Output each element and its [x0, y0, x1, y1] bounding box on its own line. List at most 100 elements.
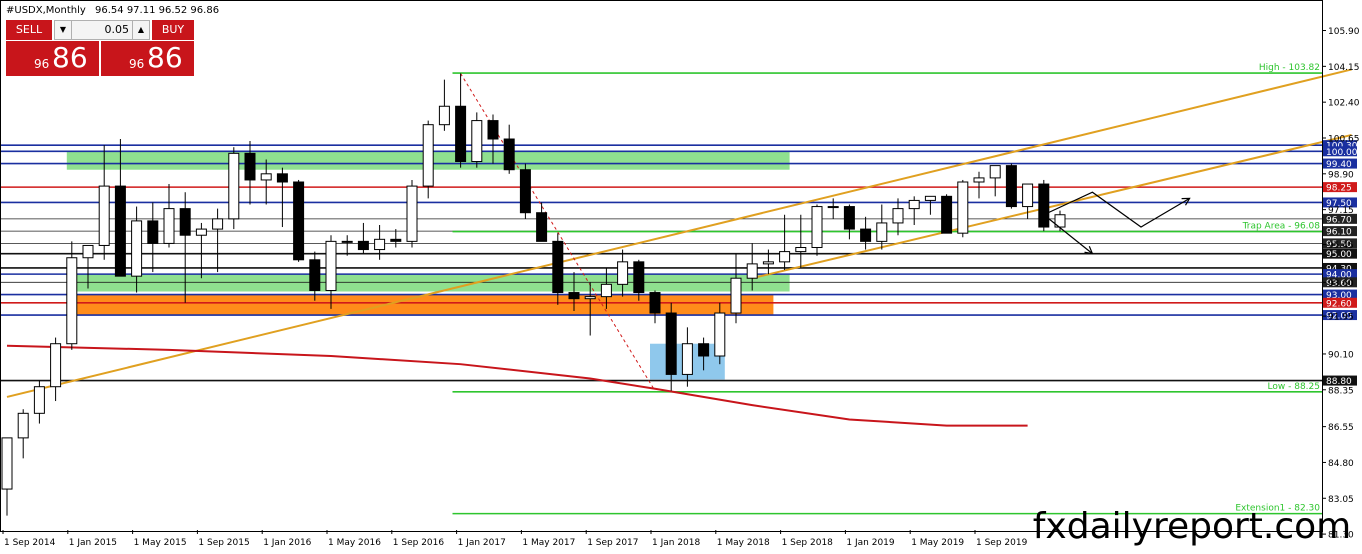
buy-price-small: 96 [129, 57, 145, 71]
level-tag-label: 96.10 [1326, 228, 1352, 238]
candle-29 [471, 112, 483, 168]
candle-body [908, 199, 920, 210]
candle-58 [941, 194, 953, 234]
y-tick-label-7: 93.60 [1328, 279, 1354, 289]
candle-body [212, 218, 224, 230]
candle-body [503, 138, 515, 171]
candle-body [665, 312, 677, 375]
candle-body [309, 259, 321, 291]
x-tick-label-7: 1 Jan 2017 [458, 538, 506, 548]
candle-body [600, 283, 612, 298]
fib-label-1: Trap Area - 96.08 [1242, 222, 1321, 232]
candle-body [730, 277, 742, 314]
x-tick-label-4: 1 Jan 2016 [263, 538, 311, 548]
sell-button[interactable]: SELL [6, 20, 52, 40]
x-tick-label-9: 1 Sep 2017 [587, 538, 638, 548]
candle-body [617, 261, 629, 285]
buy-price-button[interactable]: 96 86 [101, 41, 194, 76]
candle-body [1038, 183, 1050, 228]
level-tag-1: 100.00 [1323, 146, 1358, 158]
candle-body [957, 181, 969, 234]
candle-body [163, 208, 175, 244]
candle-body [1, 437, 13, 490]
candle-body [341, 240, 353, 243]
y-tick-label-5: 97.15 [1328, 206, 1354, 216]
candle-body [390, 238, 402, 242]
candle-18 [293, 179, 305, 262]
candle-body [195, 228, 207, 236]
candle-body [989, 165, 1001, 179]
level-tag-label: 98.25 [1326, 184, 1352, 194]
y-tick-label-10: 88.35 [1328, 386, 1354, 396]
x-tick-label-14: 1 May 2019 [911, 538, 964, 548]
one-click-trading-panel: SELL ▼ 0.05 ▲ BUY 96 86 96 86 [6, 20, 194, 76]
y-tick-label-8: 91.95 [1328, 313, 1354, 323]
buy-price-big: 86 [147, 41, 183, 74]
candle-body [973, 177, 985, 183]
y-tick-label-12: 84.80 [1328, 459, 1354, 469]
y-tick-label-4: 98.90 [1328, 170, 1354, 180]
candle-body [536, 212, 548, 242]
x-tick-label-13: 1 Jan 2019 [846, 538, 894, 548]
sell-price-small: 96 [34, 57, 50, 71]
buy-button[interactable]: BUY [152, 20, 194, 40]
lot-value[interactable]: 0.05 [105, 21, 130, 39]
candle-body [114, 185, 126, 277]
zone-2 [66, 294, 774, 316]
candle-body [552, 240, 564, 294]
level-tag-label: 95.00 [1326, 250, 1352, 260]
level-tag-13: 92.60 [1323, 297, 1357, 309]
level-tag-6: 96.10 [1323, 226, 1357, 238]
level-tag-label: 100.00 [1326, 148, 1358, 158]
candle-body [131, 220, 143, 277]
candle-body [827, 206, 839, 209]
candle-body [244, 152, 256, 181]
chart-header: #USDX,Monthly 96.54 97.11 96.52 96.86 [6, 5, 219, 16]
candle-32 [519, 163, 531, 219]
candle-64 [1038, 179, 1050, 232]
lot-decrease-icon[interactable]: ▼ [55, 21, 72, 39]
x-tick-label-8: 1 May 2017 [522, 538, 575, 548]
x-tick-label-15: 1 Sep 2019 [976, 538, 1028, 548]
candle-body [876, 222, 888, 242]
candle-body [795, 247, 807, 253]
candle-body [455, 105, 467, 163]
candle-body [811, 206, 823, 249]
candle-59 [957, 179, 969, 238]
candle-body [179, 208, 191, 236]
candle-body [941, 195, 953, 234]
candle-body [843, 206, 855, 230]
candle-body [50, 343, 62, 388]
x-tick-label-11: 1 May 2018 [717, 538, 770, 548]
lot-size-input[interactable]: ▼ 0.05 ▲ [54, 20, 150, 40]
level-tag-label: 99.40 [1326, 160, 1352, 170]
candle-body [98, 185, 110, 246]
ohlc-values: 96.54 97.11 96.52 96.86 [95, 5, 219, 16]
level-tag-label: 92.60 [1326, 299, 1352, 309]
price-chart[interactable]: High - 103.82 Trap Area - 96.08 Low - 88.2… [0, 0, 1362, 554]
y-tick-label-6: 95.45 [1328, 241, 1354, 251]
candle-body [681, 343, 693, 375]
candle-body [82, 244, 94, 259]
zone-1 [66, 274, 790, 292]
candle-body [357, 240, 369, 251]
level-tag-label: 96.70 [1326, 215, 1352, 225]
x-tick-label-12: 1 Sep 2018 [782, 538, 834, 548]
x-tick-label-1: 1 Jan 2015 [69, 538, 117, 548]
candle-body [519, 169, 531, 214]
candle-body [276, 173, 288, 183]
candle-body [325, 240, 337, 291]
x-tick-label-3: 1 Sep 2015 [198, 538, 249, 548]
x-tick-label-6: 1 Sep 2016 [393, 538, 445, 548]
candle-25 [406, 179, 418, 248]
candle-body [633, 261, 645, 294]
candle-body [746, 263, 758, 279]
candle-body [714, 312, 726, 357]
sell-price-button[interactable]: 96 86 [6, 41, 99, 76]
lot-increase-icon[interactable]: ▲ [132, 21, 149, 39]
candle-body [147, 220, 159, 244]
candle-body [649, 292, 661, 314]
candle-body [228, 152, 240, 220]
y-tick-label-13: 83.05 [1328, 495, 1354, 505]
y-tick-label-11: 86.55 [1328, 423, 1354, 433]
